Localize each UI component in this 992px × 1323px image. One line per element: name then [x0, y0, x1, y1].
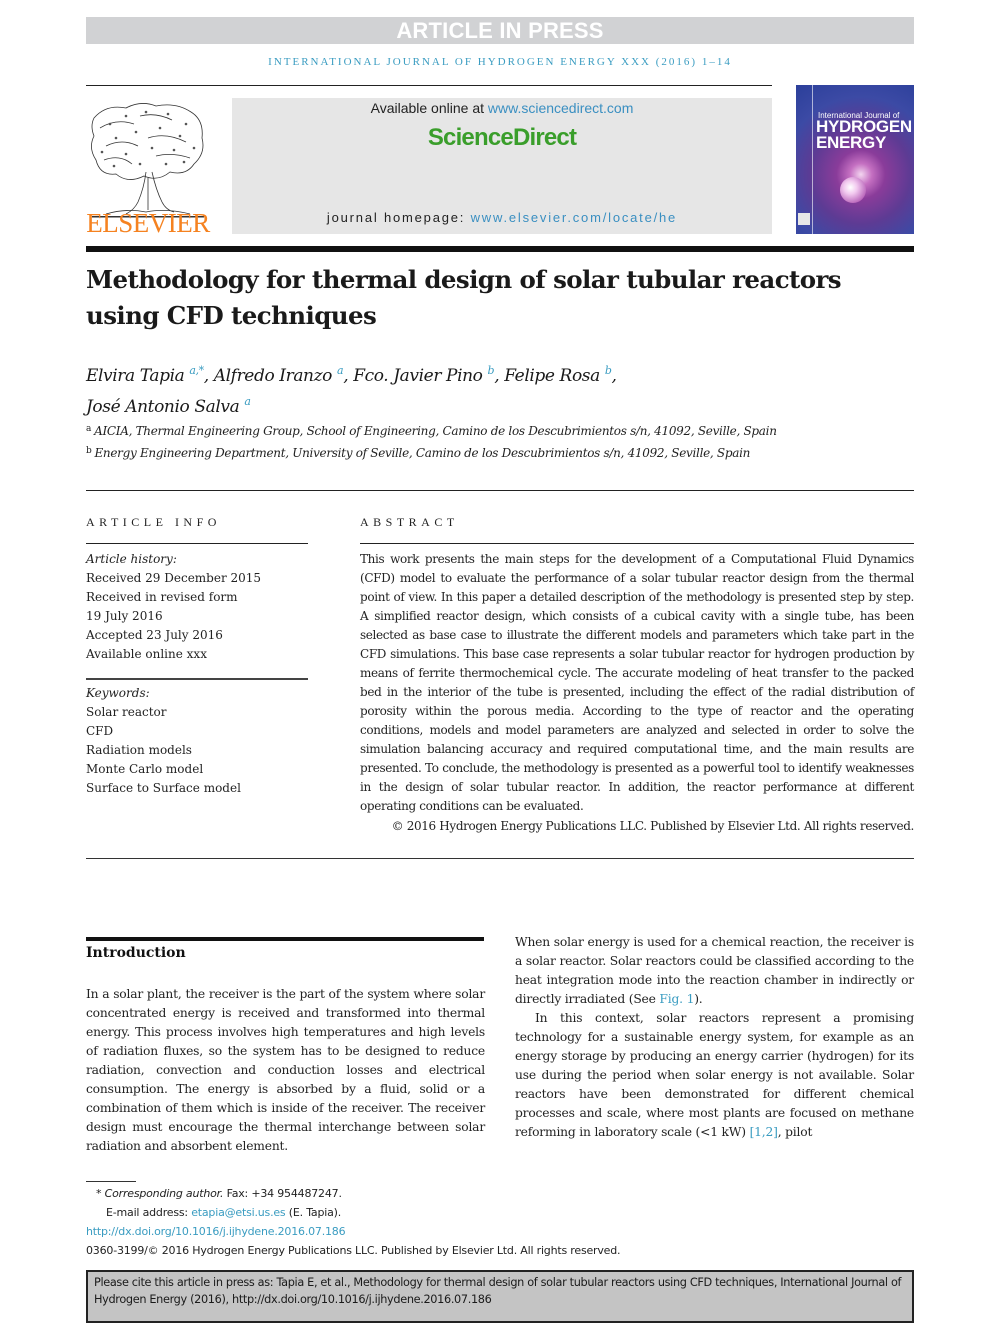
section-divider — [86, 490, 914, 491]
author[interactable]: Elvira Tapia a,*, — [86, 364, 214, 386]
author-list: Elvira Tapia a,*, Alfredo Iranzo a, Fco.… — [86, 358, 906, 420]
available-online-line: Available online at www.sciencedirect.co… — [232, 100, 772, 116]
keyword-item: Surface to Surface model — [86, 781, 241, 795]
author[interactable]: José Antonio Salva a — [86, 395, 251, 417]
history-heading: Article history: — [86, 552, 177, 566]
keyword-item: Solar reactor — [86, 705, 167, 719]
affiliation-mark[interactable]: a — [244, 395, 251, 408]
cover-spine — [812, 85, 813, 234]
affiliation-mark[interactable]: a,* — [189, 364, 204, 377]
keyword-item: CFD — [86, 724, 114, 738]
affiliation-mark[interactable]: b — [605, 364, 612, 377]
sciencedirect-link[interactable]: www.sciencedirect.com — [488, 100, 634, 116]
journal-homepage-line: journal homepage: www.elsevier.com/locat… — [232, 210, 772, 225]
body-column-left: In a solar plant, the receiver is the pa… — [86, 985, 485, 1156]
cover-title-line-2: ENERGY — [816, 133, 886, 152]
article-info-divider — [86, 543, 308, 544]
introduction-rule — [86, 937, 484, 941]
header-thick-rule — [86, 246, 914, 252]
reference-link[interactable]: [1,2] — [750, 1125, 778, 1139]
history-item: 19 July 2016 — [86, 609, 163, 623]
author[interactable]: Alfredo Iranzo a, — [214, 364, 353, 386]
history-item: Received 29 December 2015 — [86, 571, 262, 585]
abstract-copyright: © 2016 Hydrogen Energy Publications LLC.… — [391, 819, 915, 833]
author[interactable]: Fco. Javier Pino b, — [353, 364, 504, 386]
article-history: Article history: Received 29 December 20… — [86, 550, 316, 664]
affiliation-b: b Energy Engineering Department, Universi… — [86, 445, 751, 460]
keyword-item: Monte Carlo model — [86, 762, 204, 776]
abstract-divider — [360, 543, 914, 544]
figure-1-link[interactable]: Fig. 1 — [659, 992, 694, 1006]
keywords-heading: Keywords: — [86, 686, 150, 700]
sciencedirect-wordmark: ScienceDirect — [427, 124, 577, 151]
history-item: Received in revised form — [86, 590, 238, 604]
keywords-divider — [86, 678, 308, 680]
abstract-body: This work presents the main steps for th… — [360, 552, 914, 813]
body-column-right: When solar energy is used for a chemical… — [515, 933, 914, 1142]
history-item: Accepted 23 July 2016 — [86, 628, 223, 642]
footnotes: * Corresponding author. Fax: +34 9544872… — [86, 1184, 786, 1260]
footnote-divider — [86, 1181, 136, 1182]
keyword-item: Radiation models — [86, 743, 192, 757]
keywords: Keywords: Solar reactor CFD Radiation mo… — [86, 684, 316, 798]
available-prefix: Available online at — [370, 100, 488, 116]
affiliations: a AICIA, Thermal Engineering Group, Schoo… — [86, 420, 786, 463]
homepage-prefix: journal homepage: — [326, 210, 471, 225]
paragraph: In this context, solar reactors represen… — [515, 1011, 914, 1139]
email-link[interactable]: etapia@etsi.us.es — [191, 1206, 285, 1219]
affiliation-a: a AICIA, Thermal Engineering Group, Schoo… — [86, 424, 777, 438]
issn-line: 0360-3199/© 2016 Hydrogen Energy Publica… — [86, 1244, 621, 1257]
introduction-heading: Introduction — [86, 945, 186, 961]
author[interactable]: Felipe Rosa b, — [504, 364, 617, 386]
journal-cover-image: International Journal of HYDROGEN ENERGY — [796, 85, 914, 234]
email-note: E-mail address: etapia@etsi.us.es (E. Ta… — [106, 1206, 342, 1219]
sciencedirect-box: Available online at www.sciencedirect.co… — [232, 98, 772, 234]
header-divider — [86, 85, 772, 86]
article-in-press-banner: ARTICLE IN PRESS — [86, 17, 914, 44]
paragraph: When solar energy is used for a chemical… — [515, 935, 914, 1006]
journal-running-header: INTERNATIONAL JOURNAL OF HYDROGEN ENERGY… — [268, 56, 732, 68]
history-item: Available online xxx — [86, 647, 207, 661]
article-title: Methodology for thermal design of solar … — [86, 265, 842, 330]
article-info-heading: ARTICLE INFO — [86, 515, 221, 529]
abstract-heading: ABSTRACT — [360, 515, 459, 529]
citation-box: Please cite this article in press as: Ta… — [86, 1270, 914, 1323]
corresponding-author-note: * Corresponding author. Fax: +34 9544872… — [96, 1187, 342, 1200]
cover-orb-graphic — [840, 177, 866, 203]
paragraph: In a solar plant, the receiver is the pa… — [86, 987, 485, 1153]
elsevier-wordmark: ELSEVIER — [86, 208, 210, 238]
abstract-bottom-divider — [86, 858, 914, 859]
doi-link[interactable]: http://dx.doi.org/10.1016/j.ijhydene.201… — [86, 1225, 346, 1238]
journal-homepage-link[interactable]: www.elsevier.com/locate/he — [471, 210, 677, 225]
cover-logo-icon — [798, 213, 810, 225]
cover-title: HYDROGEN ENERGY — [816, 118, 912, 152]
